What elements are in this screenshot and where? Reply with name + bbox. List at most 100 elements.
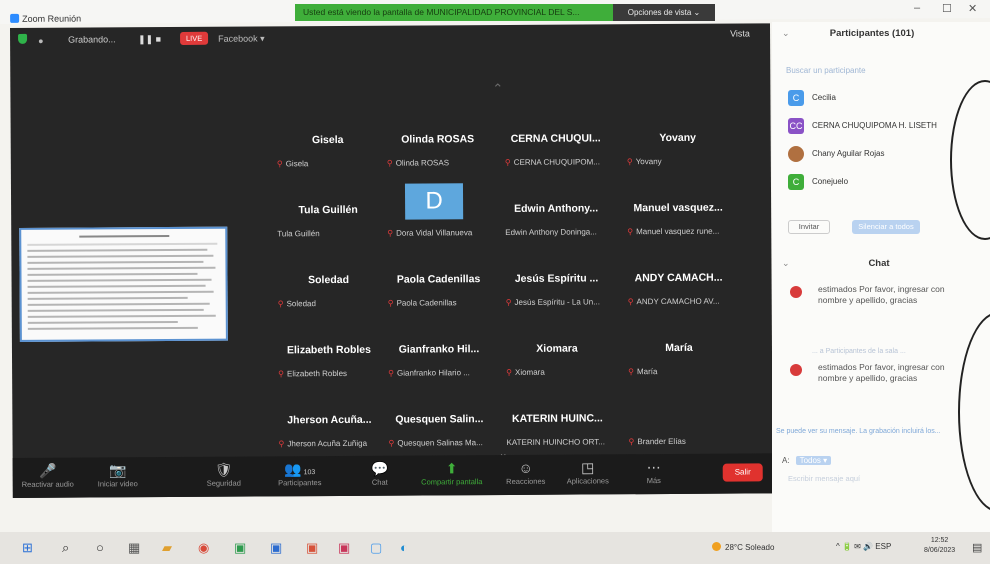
pdf-icon[interactable]: ▣ bbox=[338, 539, 350, 557]
to-label: A: bbox=[782, 456, 790, 465]
recipient-dropdown[interactable]: Todos ▾ bbox=[795, 456, 832, 465]
participant-label: CERNA CHUQUIPOM... bbox=[513, 157, 600, 167]
participant-search-input[interactable]: Buscar un participante bbox=[786, 66, 866, 75]
notifications-icon[interactable]: ▤ bbox=[972, 539, 982, 557]
recording-status: Grabando... bbox=[68, 34, 116, 45]
minimize-button[interactable]: – bbox=[914, 2, 920, 14]
participant-tile[interactable]: KATERIN HUINC... KATERIN HUINCHO ORT... bbox=[502, 404, 612, 461]
muted-mic-icon: ⚲ bbox=[278, 369, 285, 379]
unmute-button[interactable]: 🎤 Reactivar audio bbox=[13, 462, 83, 489]
leave-button[interactable]: Salir bbox=[722, 463, 763, 482]
participant-tile[interactable]: Jesús Espíritu ... ⚲ Jesús Espíritu - La … bbox=[501, 264, 611, 321]
participant-avatar: C bbox=[788, 174, 804, 190]
participant-tile[interactable]: Gisela ⚲ Gisela bbox=[273, 126, 383, 183]
participant-label: Elizabeth Robles bbox=[286, 368, 348, 379]
participant-avatar: D bbox=[404, 183, 464, 220]
participant-label: Yovany bbox=[635, 157, 662, 167]
share-screen-icon: ⬆ bbox=[445, 460, 458, 477]
powerpoint-icon[interactable]: ▣ bbox=[306, 539, 318, 557]
participant-name: Tula Guillén bbox=[298, 203, 358, 217]
participant-list-item[interactable]: C Conejuelo bbox=[788, 174, 978, 194]
participant-label: Olinda ROSAS bbox=[395, 158, 450, 168]
participant-tile[interactable]: Gianfranko Hil... ⚲ Gianfranko Hilario ..… bbox=[384, 335, 494, 392]
muted-mic-icon: ⚲ bbox=[388, 368, 395, 378]
search-icon[interactable]: ⌕ bbox=[62, 539, 69, 557]
page-up-chevron-icon[interactable]: ⌃ bbox=[492, 81, 503, 97]
zoom-logo-icon bbox=[10, 13, 20, 23]
chat-message-text: estimados Por favor, ingresar con nombre… bbox=[818, 284, 945, 305]
chat-recording-notice[interactable]: Se puede ver su mensaje. La grabación in… bbox=[776, 428, 941, 435]
participant-tile[interactable]: Elizabeth Robles ⚲ Elizabeth Robles bbox=[274, 336, 384, 393]
participant-tile[interactable]: Paola Cadenillas ⚲ Paola Cadenillas bbox=[383, 265, 493, 322]
participant-list-item[interactable]: CC CERNA CHUQUIPOMA H. LISETH bbox=[788, 118, 978, 138]
muted-mic-icon: ⚲ bbox=[505, 297, 512, 307]
chat-button[interactable]: 💬 Chat bbox=[345, 460, 415, 487]
reactions-button[interactable]: ☺ Reacciones bbox=[491, 459, 561, 486]
participant-label: Paola Cadenillas bbox=[396, 298, 457, 308]
more-button[interactable]: ⋯ Más bbox=[619, 458, 689, 485]
word-icon[interactable]: ▣ bbox=[270, 539, 282, 557]
close-button[interactable]: ✕ bbox=[968, 2, 977, 15]
participant-list-name: Conejuelo bbox=[812, 177, 849, 186]
widgets-icon[interactable]: ▦ bbox=[128, 539, 140, 557]
participant-tile[interactable]: Yovany ⚲ Yovany bbox=[623, 124, 733, 181]
participant-label: Tula Guillén bbox=[277, 229, 320, 239]
participant-tile[interactable]: ⚲ Brander Elías bbox=[624, 404, 734, 461]
participant-tile[interactable]: CERNA CHUQUI... ⚲ CERNA CHUQUIPOM... bbox=[501, 124, 611, 181]
share-banner: Usted está viendo la pantalla de MUNICIP… bbox=[295, 4, 613, 21]
start-video-button[interactable]: 📷 Iniciar video bbox=[83, 461, 153, 488]
window-title: Zoom Reunión bbox=[22, 13, 82, 24]
participant-tile[interactable]: ANDY CAMACH... ⚲ ANDY CAMACHO AV... bbox=[623, 264, 733, 321]
participant-name: María bbox=[665, 341, 693, 355]
excel-icon[interactable]: ▣ bbox=[234, 539, 246, 557]
participant-tile[interactable]: Jherson Acuña... ⚲ Jherson Acuña Zuñiga bbox=[274, 406, 384, 463]
participant-tile[interactable]: Xiomara ⚲ Xiomara bbox=[502, 334, 612, 391]
apps-button[interactable]: ◳ Aplicaciones bbox=[553, 458, 623, 485]
weather-widget[interactable]: 28°C Soleado bbox=[712, 542, 774, 552]
shared-screen-thumbnail[interactable] bbox=[19, 226, 228, 342]
maximize-button[interactable]: ☐ bbox=[942, 2, 952, 15]
mute-all-button[interactable]: Silenciar a todos bbox=[852, 220, 920, 234]
participant-tile[interactable]: Soledad ⚲ Soledad bbox=[273, 266, 383, 323]
view-options-button[interactable]: Opciones de vista ⌄ bbox=[613, 4, 715, 21]
participant-label: Dora Vidal Villanueva bbox=[396, 228, 473, 238]
clock[interactable]: 12:52 8/06/2023 bbox=[924, 536, 955, 556]
participants-button[interactable]: 👥 103 Participantes bbox=[265, 460, 335, 487]
muted-mic-icon: ⚲ bbox=[506, 367, 513, 377]
edge-icon[interactable]: ◐ bbox=[400, 539, 408, 557]
participant-tile[interactable]: Edwin Anthony... Edwin Anthony Doninga..… bbox=[501, 194, 611, 251]
participant-tile[interactable]: Tula Guillén Tula Guillén bbox=[273, 196, 383, 253]
security-button[interactable]: 🛡 Seguridad bbox=[189, 460, 259, 488]
chat-recipient-selector[interactable]: A: Todos ▾ bbox=[782, 456, 832, 465]
participant-label: María bbox=[636, 367, 658, 377]
participant-name: KATERIN HUINC... bbox=[511, 412, 603, 425]
start-icon[interactable]: ⊞ bbox=[22, 539, 33, 557]
chat-compose-input[interactable]: Escribir mensaje aquí bbox=[788, 474, 860, 483]
invite-button[interactable]: Invitar bbox=[788, 220, 830, 234]
participant-name: Soledad bbox=[308, 273, 350, 287]
participant-tile[interactable]: Olinda ROSAS ⚲ Olinda ROSAS bbox=[383, 125, 493, 182]
pause-stop-recording-button[interactable]: ❚❚ ■ bbox=[138, 34, 161, 45]
more-icon: ⋯ bbox=[646, 459, 661, 476]
view-button[interactable]: Vista bbox=[730, 28, 750, 38]
file-explorer-icon[interactable]: ▰ bbox=[162, 539, 172, 557]
participant-tile[interactable]: Manuel vasquez... ⚲ Manuel vasquez rune..… bbox=[623, 194, 733, 251]
participant-tile[interactable]: María ⚲ María bbox=[624, 334, 734, 391]
participant-list-item[interactable]: C Cecilia bbox=[788, 90, 978, 110]
meeting-topbar: ● Grabando... ❚❚ ■ LIVE Facebook ▾ Vista bbox=[10, 23, 770, 50]
chrome-icon[interactable]: ◉ bbox=[198, 539, 209, 557]
system-tray[interactable]: ^ 🔋 ✉ 🔊 ESP bbox=[836, 542, 891, 551]
sender-avatar-icon bbox=[790, 286, 802, 298]
live-badge[interactable]: LIVE bbox=[180, 31, 209, 45]
live-stream-target[interactable]: Facebook ▾ bbox=[218, 33, 265, 44]
muted-mic-icon: ⚲ bbox=[388, 438, 395, 448]
clock-time: 12:52 bbox=[930, 537, 949, 544]
chat-message-text: estimados Por favor, ingresar con nombre… bbox=[818, 362, 945, 383]
task-view-icon[interactable]: ○ bbox=[96, 539, 104, 557]
participant-tile[interactable]: Quesquen Salin... ⚲ Quesquen Salinas Ma..… bbox=[384, 405, 494, 462]
share-screen-button[interactable]: ⬆ Compartir pantalla bbox=[417, 459, 487, 486]
participant-tile-avatar[interactable]: D ⚲ Dora Vidal Villanueva bbox=[383, 181, 493, 238]
sender-avatar-icon bbox=[790, 364, 802, 376]
zoom-taskbar-icon[interactable]: ▢ bbox=[370, 539, 382, 557]
participant-name: Paola Cadenillas bbox=[396, 273, 481, 286]
